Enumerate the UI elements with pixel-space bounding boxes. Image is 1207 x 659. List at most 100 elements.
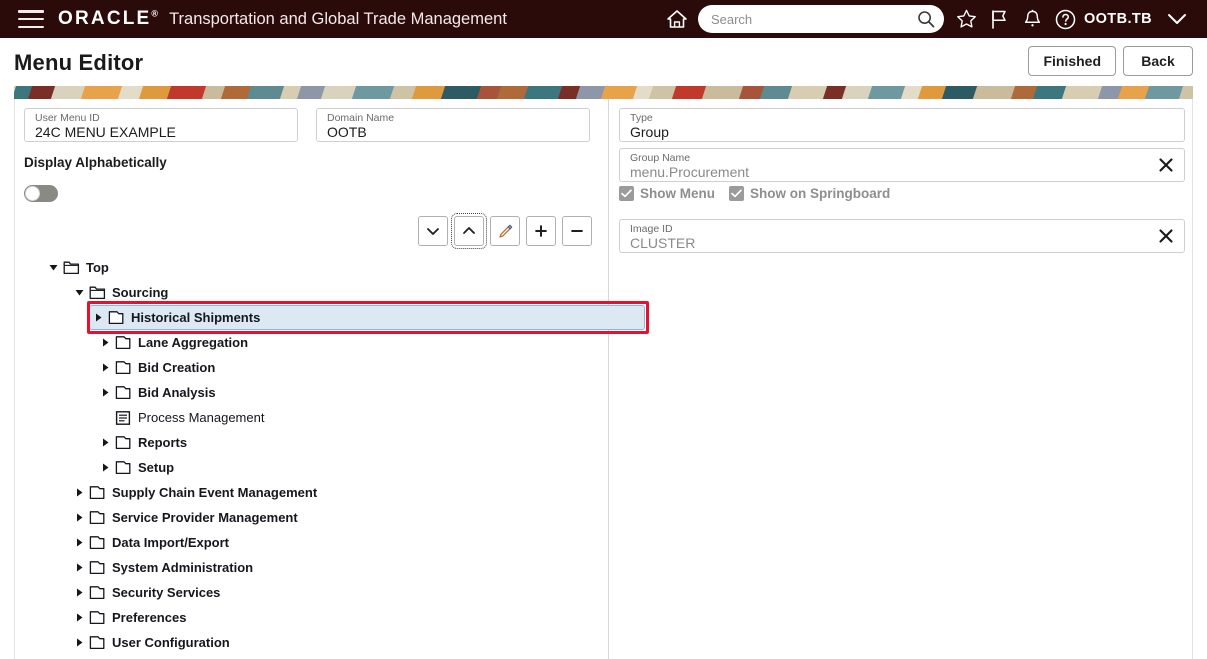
tree-item[interactable]: Bid Analysis (97, 380, 609, 405)
show-on-springboard-label: Show on Springboard (750, 186, 891, 201)
tree-item-label: Bid Creation (138, 360, 216, 375)
display-alphabetically-label: Display Alphabetically (24, 155, 167, 170)
back-button[interactable]: Back (1123, 46, 1193, 76)
bell-icon[interactable] (1016, 2, 1049, 36)
search-input[interactable] (697, 5, 944, 33)
chevron-right-icon[interactable] (97, 335, 113, 351)
chevron-right-icon[interactable] (71, 535, 87, 551)
tree-item-label: Service Provider Management (112, 510, 298, 525)
tree-item[interactable]: Supply Chain Event Management (71, 480, 609, 505)
close-icon[interactable] (1157, 156, 1175, 174)
chevron-right-icon[interactable] (71, 635, 87, 651)
hamburger-icon[interactable] (18, 10, 44, 28)
tree-item[interactable]: User Configuration (71, 630, 609, 655)
chevron-right-icon[interactable] (97, 360, 113, 376)
page-header: Menu Editor Finished Back (0, 38, 1207, 86)
folder-icon (87, 560, 107, 575)
tree-item[interactable]: Top (45, 255, 609, 280)
user-menu-label[interactable]: OOTB.TB (1084, 11, 1152, 27)
folder-open-icon (61, 260, 81, 275)
move-down-button[interactable] (418, 216, 448, 246)
chevron-down-icon[interactable] (45, 260, 61, 276)
chevron-right-icon[interactable] (71, 560, 87, 576)
tree-item-label: System Administration (112, 560, 254, 575)
tree-item[interactable]: Data Import/Export (71, 530, 609, 555)
document-icon (113, 410, 133, 426)
folder-icon (87, 585, 107, 600)
flag-icon[interactable] (983, 2, 1016, 36)
global-header: ORACLE® Transportation and Global Trade … (0, 0, 1207, 38)
tree-item[interactable]: Security Services (71, 580, 609, 605)
tree-item-label: Lane Aggregation (138, 335, 249, 350)
node-details-pane: Type Group Group Name menu.Procurement S… (610, 99, 1194, 659)
tree-item-label: Setup (138, 460, 175, 475)
tree-item[interactable]: Preferences (71, 605, 609, 630)
home-icon[interactable] (661, 2, 694, 36)
star-icon[interactable] (950, 2, 983, 36)
show-menu-label: Show Menu (640, 186, 715, 201)
display-alphabetically-toggle[interactable] (24, 185, 58, 202)
tree-item[interactable]: Lane Aggregation (97, 330, 609, 355)
group-name-field[interactable]: Group Name menu.Procurement (619, 148, 1185, 182)
tree-toolbar (418, 213, 592, 249)
chevron-down-icon[interactable] (71, 285, 87, 301)
type-field[interactable]: Type Group (619, 108, 1185, 142)
show-menu-checkbox[interactable] (619, 186, 634, 201)
tree-item-selected[interactable]: Historical Shipments (89, 305, 645, 330)
folder-icon (113, 435, 133, 450)
chevron-right-icon[interactable] (90, 310, 106, 326)
tree-item[interactable]: Reports (97, 430, 609, 455)
search-box[interactable] (697, 5, 944, 33)
toggle-knob (25, 186, 40, 201)
tree-item[interactable]: Setup (97, 455, 609, 480)
folder-icon (113, 335, 133, 350)
remove-button[interactable] (562, 216, 592, 246)
folder-icon (87, 535, 107, 550)
chevron-right-icon[interactable] (71, 510, 87, 526)
chevron-right-icon[interactable] (97, 460, 113, 476)
menu-structure-pane: User Menu ID 24C MENU EXAMPLE Domain Nam… (15, 99, 649, 659)
content-area: User Menu ID 24C MENU EXAMPLE Domain Nam… (14, 99, 1193, 659)
tree-item[interactable]: Bid Creation (97, 355, 609, 380)
image-id-field[interactable]: Image ID CLUSTER (619, 219, 1185, 253)
chevron-right-icon[interactable] (97, 385, 113, 401)
tree-item-label: Data Import/Export (112, 535, 230, 550)
move-up-button[interactable] (451, 213, 487, 249)
edit-button[interactable] (490, 216, 520, 246)
decorative-banner (14, 86, 1193, 99)
show-on-springboard-checkbox[interactable] (729, 186, 744, 201)
chevron-right-icon[interactable] (97, 435, 113, 451)
group-name-label: Group Name (630, 152, 691, 164)
menu-tree[interactable]: Top Sourcing Historical Shipments Lane Aggr… (15, 255, 645, 655)
tree-item[interactable]: Service Provider Management (71, 505, 609, 530)
tree-item[interactable]: Sourcing (71, 280, 609, 305)
chevron-down-icon[interactable] (1160, 2, 1193, 36)
type-value: Group (630, 124, 669, 140)
user-menu-id-field[interactable]: User Menu ID 24C MENU EXAMPLE (24, 108, 298, 142)
close-icon[interactable] (1157, 227, 1175, 245)
chevron-right-icon[interactable] (71, 485, 87, 501)
app-title: Transportation and Global Trade Manageme… (169, 9, 507, 28)
domain-name-label: Domain Name (327, 112, 395, 124)
add-button[interactable] (526, 216, 556, 246)
chevron-right-icon[interactable] (71, 585, 87, 601)
search-icon[interactable] (917, 10, 935, 33)
domain-name-field[interactable]: Domain Name OOTB (316, 108, 590, 142)
folder-icon (87, 635, 107, 650)
tree-item-label: Process Management (138, 410, 265, 425)
tree-item-label: Historical Shipments (131, 310, 261, 325)
tree-item[interactable]: Process Management (97, 405, 609, 430)
folder-icon (106, 310, 126, 325)
tree-item[interactable]: System Administration (71, 555, 609, 580)
tree-item-label: Bid Analysis (138, 385, 216, 400)
finished-button[interactable]: Finished (1028, 46, 1116, 76)
folder-icon (87, 610, 107, 625)
folder-icon (113, 460, 133, 475)
folder-icon (113, 385, 133, 400)
help-icon[interactable] (1049, 2, 1082, 36)
page-actions: Finished Back (1028, 46, 1193, 76)
domain-name-value: OOTB (327, 124, 367, 140)
tree-item-label: Sourcing (112, 285, 169, 300)
chevron-right-icon[interactable] (71, 610, 87, 626)
